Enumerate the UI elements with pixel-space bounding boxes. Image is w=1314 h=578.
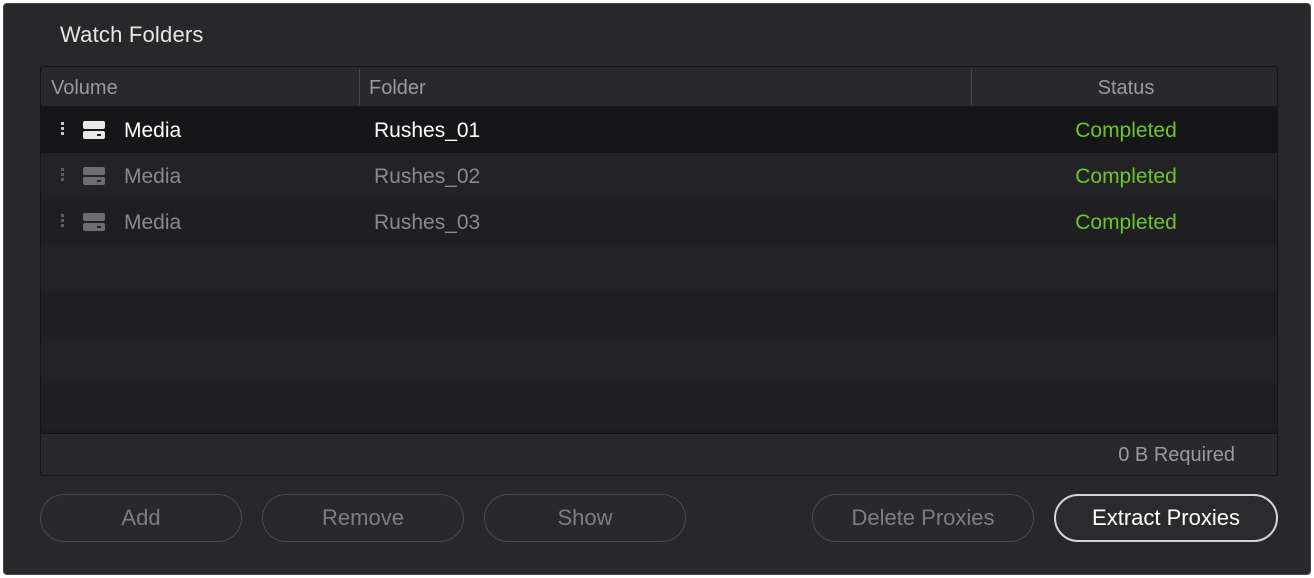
empty-row [41, 337, 1277, 383]
folder-cell: Rushes_03 [374, 211, 481, 234]
remove-button[interactable]: Remove [262, 494, 464, 542]
add-button[interactable]: Add [40, 494, 242, 542]
status-cell: Completed [1075, 211, 1177, 234]
empty-row [41, 383, 1277, 429]
drag-handle-icon[interactable] [61, 214, 65, 230]
required-space-label: 0 B Required [1118, 444, 1235, 466]
table-header: Volume Folder Status [41, 67, 1277, 107]
hard-drive-icon [83, 121, 105, 139]
column-header-status[interactable]: Status [973, 67, 1277, 107]
column-header-folder[interactable]: Folder [369, 67, 426, 107]
empty-row [41, 245, 1277, 291]
status-cell: Completed [1075, 165, 1177, 188]
volume-cell: Media [124, 211, 182, 234]
column-header-volume[interactable]: Volume [51, 67, 118, 107]
folder-cell: Rushes_01 [374, 119, 481, 142]
hard-drive-icon [83, 167, 105, 185]
drag-handle-icon[interactable] [61, 168, 65, 184]
column-divider[interactable] [971, 69, 972, 105]
drag-handle-icon[interactable] [61, 122, 65, 138]
watch-folders-table: Volume Folder Status Media Rushes_01 Com… [40, 66, 1278, 476]
folder-cell: Rushes_02 [374, 165, 481, 188]
table-row[interactable]: Media Rushes_01 Completed [41, 107, 1277, 153]
table-body: Media Rushes_01 Completed Media Rushes_0… [41, 107, 1277, 429]
panel-title: Watch Folders [60, 22, 204, 47]
extract-proxies-button[interactable]: Extract Proxies [1054, 494, 1278, 542]
table-row[interactable]: Media Rushes_03 Completed [41, 199, 1277, 245]
column-divider[interactable] [359, 69, 360, 105]
table-row[interactable]: Media Rushes_02 Completed [41, 153, 1277, 199]
status-cell: Completed [1075, 119, 1177, 142]
delete-proxies-button[interactable]: Delete Proxies [812, 494, 1034, 542]
volume-cell: Media [124, 165, 182, 188]
show-button[interactable]: Show [484, 494, 686, 542]
watch-folders-panel: Watch Folders Volume Folder Status Media… [3, 3, 1311, 575]
table-footer: 0 B Required [41, 433, 1277, 475]
volume-cell: Media [124, 119, 182, 142]
hard-drive-icon [83, 213, 105, 231]
empty-row [41, 291, 1277, 337]
